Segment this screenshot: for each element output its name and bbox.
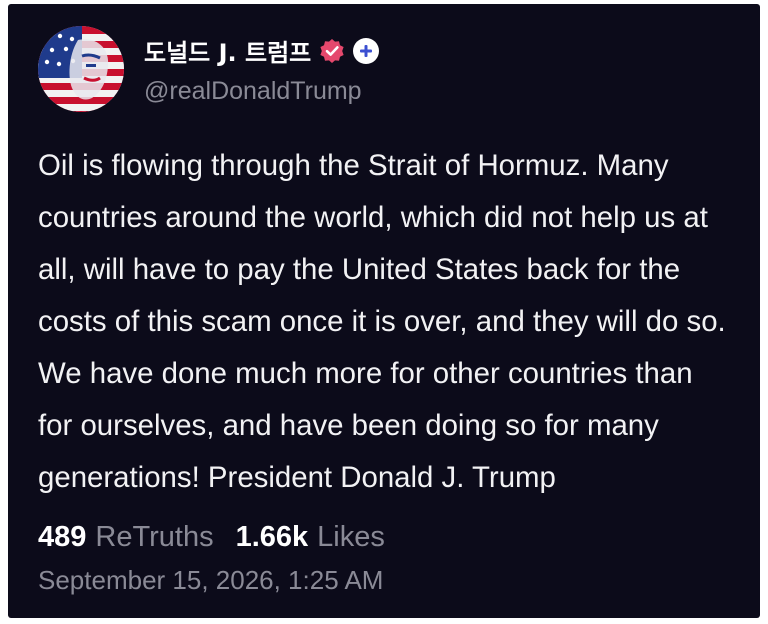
avatar-flag-portrait-icon xyxy=(38,26,124,112)
truth-post-card: 도널드 J. 트럼프 @realDonaldTrump Oil is flowi… xyxy=(8,4,760,618)
post-timestamp[interactable]: September 15, 2026, 1:25 AM xyxy=(38,565,383,596)
name-row: 도널드 J. 트럼프 xyxy=(144,33,380,69)
retruths-label: ReTruths xyxy=(95,521,214,553)
post-header: 도널드 J. 트럼프 @realDonaldTrump xyxy=(38,26,380,112)
verified-badge-icon xyxy=(319,38,345,64)
likes-label: Likes xyxy=(317,521,385,553)
likes-stat[interactable]: 1.66k Likes xyxy=(236,521,385,554)
author-display-name[interactable]: 도널드 J. 트럼프 xyxy=(144,33,311,68)
likes-count: 1.66k xyxy=(235,521,309,553)
author-handle[interactable]: @realDonaldTrump xyxy=(144,77,379,106)
retruths-count: 489 xyxy=(38,521,87,553)
avatar[interactable] xyxy=(38,26,124,112)
plus-icon xyxy=(360,44,373,57)
author-info: 도널드 J. 트럼프 @realDonaldTrump xyxy=(144,33,380,106)
retruths-stat[interactable]: 489 ReTruths xyxy=(38,521,214,554)
post-stats: 489 ReTruths 1.66k Likes xyxy=(38,521,385,554)
post-body-text: Oil is flowing through the Strait of Hor… xyxy=(38,149,726,494)
follow-plus-button[interactable] xyxy=(353,37,380,64)
